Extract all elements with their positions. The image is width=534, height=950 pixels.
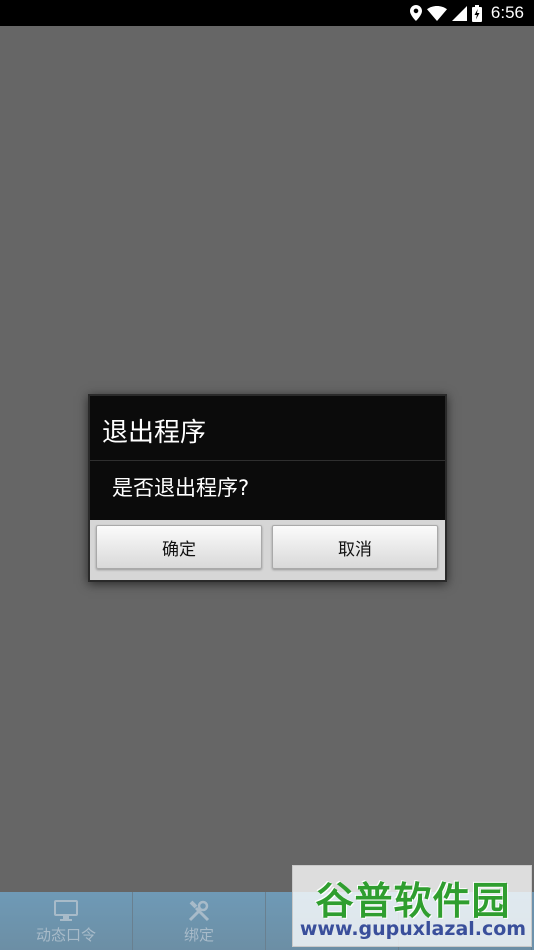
dialog-message: 是否退出程序? — [112, 476, 250, 500]
location-icon — [409, 5, 422, 21]
dialog-body: 退出程序 是否退出程序? — [90, 396, 445, 520]
dialog-button-bar: 确定 取消 — [90, 520, 445, 580]
battery-icon — [471, 4, 482, 22]
watermark-title: 谷普软件园 — [315, 879, 511, 923]
status-bar: 6:56 — [0, 0, 534, 26]
exit-dialog: 退出程序 是否退出程序? 确定 取消 — [88, 394, 447, 582]
cancel-button[interactable]: 取消 — [272, 525, 438, 569]
confirm-button[interactable]: 确定 — [96, 525, 262, 569]
watermark: 谷普软件园 www.gupuxlazal.com — [292, 865, 532, 947]
watermark-url: www.gupuxlazal.com — [299, 918, 527, 940]
signal-icon — [451, 5, 467, 21]
dialog-title: 退出程序 — [102, 418, 207, 448]
wifi-icon — [426, 5, 447, 21]
dialog-divider — [90, 460, 445, 461]
status-time: 6:56 — [490, 3, 524, 22]
